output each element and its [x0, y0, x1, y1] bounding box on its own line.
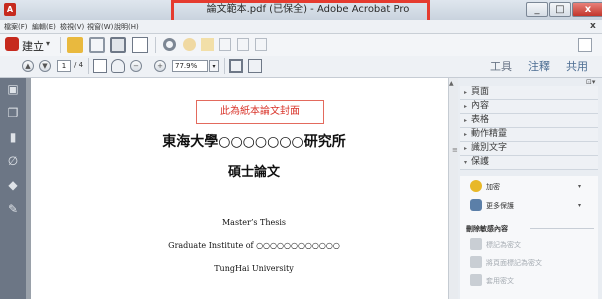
- chevron-down-icon[interactable]: ▾: [578, 202, 581, 209]
- section-protection[interactable]: ▾ 保護: [460, 156, 598, 170]
- section-forms[interactable]: ▸ 表格: [460, 114, 598, 128]
- minimize-button[interactable]: _: [526, 2, 548, 17]
- tab-comment[interactable]: 注釋: [528, 58, 550, 74]
- zoom-in-icon[interactable]: +: [154, 60, 166, 72]
- cover-notice-box: 此為紙本論文封面: [196, 100, 324, 124]
- tab-share[interactable]: 共用: [566, 58, 588, 74]
- triangle-right-icon: ▸: [464, 103, 468, 110]
- hand-tool-icon[interactable]: [111, 59, 125, 73]
- section-content[interactable]: ▸ 內容: [460, 100, 598, 114]
- mark-page-redaction-icon: [470, 256, 482, 268]
- mark-page-for-redaction-item[interactable]: 將頁面標記為密文: [486, 258, 542, 268]
- apply-redaction-icon: [470, 274, 482, 286]
- fit-page-icon[interactable]: [229, 59, 243, 73]
- page-number-input[interactable]: 1: [57, 60, 71, 72]
- expand-icon[interactable]: [578, 38, 592, 52]
- zoom-out-icon[interactable]: −: [130, 60, 142, 72]
- menu-view[interactable]: 檢視(V): [60, 21, 84, 34]
- apply-redaction-item[interactable]: 套用密文: [486, 276, 514, 286]
- open-folder-icon[interactable]: [67, 37, 83, 53]
- more-protection-item[interactable]: 更多保護: [486, 201, 514, 211]
- create-pdf-icon[interactable]: [5, 37, 19, 51]
- panel-splitter-icon[interactable]: ≡: [452, 146, 458, 154]
- page-icon-2[interactable]: [237, 38, 249, 51]
- shield-icon: [470, 199, 482, 211]
- toolbar-divider: [60, 37, 61, 53]
- remove-sensitive-header: 刪除敏感內容: [466, 225, 508, 233]
- section-pages[interactable]: ▸ 頁面: [460, 86, 598, 100]
- document-close-icon[interactable]: x: [590, 21, 596, 31]
- highlight-icon[interactable]: [201, 38, 214, 51]
- triangle-right-icon: ▸: [464, 131, 468, 138]
- encrypt-item[interactable]: 加密: [486, 182, 500, 192]
- section-label: 動作精靈: [471, 129, 508, 139]
- comment-bubble-icon[interactable]: [183, 38, 196, 51]
- acrobat-app-icon[interactable]: A: [4, 3, 16, 16]
- select-cursor-icon[interactable]: [93, 59, 107, 73]
- signature-icon[interactable]: ✎: [6, 202, 20, 216]
- lock-icon[interactable]: ▣: [6, 82, 20, 96]
- triangle-right-icon: ▸: [464, 145, 468, 152]
- toolbar-divider: [224, 58, 225, 74]
- zoom-dropdown-icon[interactable]: ▾: [209, 60, 219, 72]
- attachment-icon[interactable]: ∅: [6, 154, 20, 168]
- toolbar-divider: [155, 37, 156, 53]
- triangle-right-icon: ▸: [464, 117, 468, 124]
- page-icon-3[interactable]: [255, 38, 267, 51]
- zoom-level-input[interactable]: 77.9%: [172, 60, 208, 72]
- chevron-down-icon[interactable]: ▾: [578, 183, 581, 190]
- menu-help[interactable]: 說明(H): [114, 21, 139, 34]
- save-icon[interactable]: [89, 37, 105, 53]
- mark-for-redaction-item[interactable]: 標記為密文: [486, 240, 521, 250]
- document-institute: 東海大學○○○○○○○研究所: [162, 134, 346, 150]
- bookmark-icon[interactable]: ▮: [6, 130, 20, 144]
- section-recognize-text[interactable]: ▸ 識別文字: [460, 142, 598, 156]
- maximize-button[interactable]: □: [549, 2, 571, 17]
- document-university-en: TungHai University: [214, 264, 294, 273]
- previous-page-icon[interactable]: ▲: [22, 60, 34, 72]
- close-button[interactable]: x: [572, 2, 602, 17]
- menu-file[interactable]: 檔案(F): [4, 21, 28, 34]
- section-label: 保護: [471, 157, 490, 167]
- toolbar-divider: [88, 58, 89, 74]
- menu-window[interactable]: 視窗(W): [87, 21, 113, 34]
- section-label: 識別文字: [471, 143, 508, 153]
- layers-icon[interactable]: ◆: [6, 178, 20, 192]
- page-icon-1[interactable]: [219, 38, 231, 51]
- menu-edit[interactable]: 編輯(E): [32, 21, 56, 34]
- create-button-label[interactable]: 建立: [22, 38, 44, 54]
- header-divider: [530, 228, 594, 229]
- section-label: 內容: [471, 101, 490, 111]
- page-thumbnails-icon[interactable]: ❐: [6, 106, 20, 120]
- triangle-down-icon: ▾: [464, 159, 468, 166]
- page-total: / 4: [74, 61, 84, 69]
- section-label: 頁面: [471, 87, 490, 97]
- next-page-icon[interactable]: ▼: [39, 60, 51, 72]
- mark-redaction-icon: [470, 238, 482, 250]
- section-action-wizard[interactable]: ▸ 動作精靈: [460, 128, 598, 142]
- settings-gear-icon[interactable]: [163, 38, 176, 51]
- section-label: 表格: [471, 115, 490, 125]
- triangle-right-icon: ▸: [464, 89, 468, 96]
- document-thesis-en: Master’s Thesis: [221, 218, 287, 227]
- document-institute-en: Graduate Institute of ○○○○○○○○○○○○: [168, 241, 340, 250]
- email-icon[interactable]: [132, 37, 148, 53]
- chevron-down-icon[interactable]: ▾: [46, 39, 50, 48]
- tab-tools[interactable]: 工具: [490, 58, 512, 74]
- panel-menu-icon[interactable]: ⊡▾: [586, 78, 595, 86]
- scroll-up-icon[interactable]: ▲: [449, 80, 454, 87]
- print-icon[interactable]: [110, 37, 126, 53]
- fit-width-icon[interactable]: [248, 59, 262, 73]
- key-icon: [470, 180, 482, 192]
- document-degree: 碩士論文: [227, 165, 280, 180]
